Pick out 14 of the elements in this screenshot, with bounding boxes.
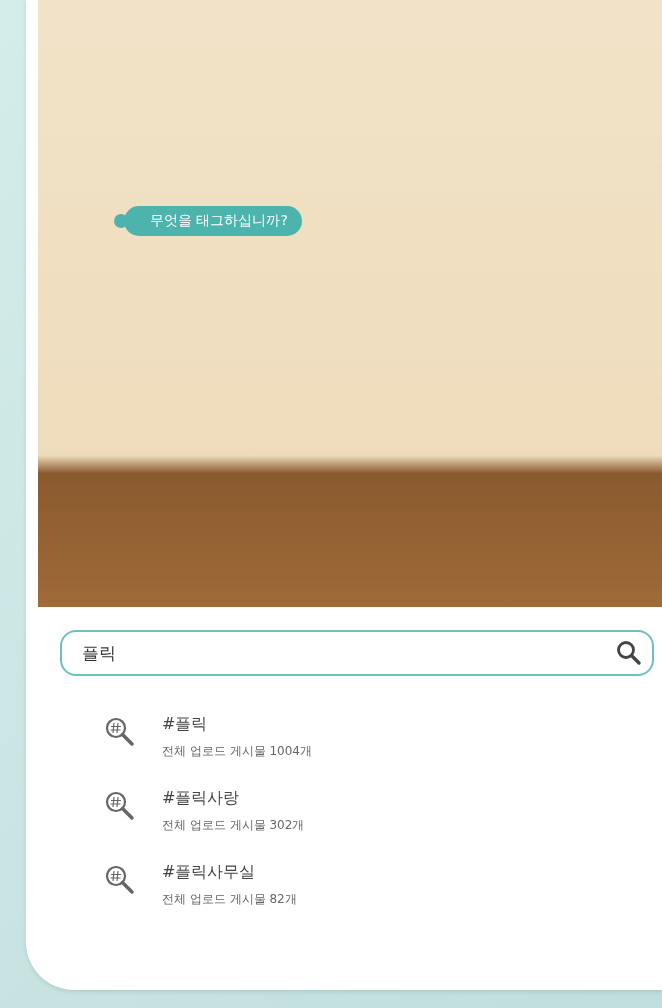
- hashtag-name: #플릭사랑: [162, 788, 241, 809]
- post-count: 전체 업로드 게시물 302개: [162, 817, 305, 834]
- hashtag-result[interactable]: #플릭사무실 전체 업로드 게시물 82개: [104, 862, 662, 908]
- search-field[interactable]: 플릭: [60, 630, 654, 676]
- hashtag-search-icon: [104, 716, 136, 748]
- hashtag-result[interactable]: #플릭 전체 업로드 게시물 1004개: [104, 714, 662, 760]
- hashtag-search-icon: [104, 864, 136, 896]
- post-count: 전체 업로드 게시물 82개: [162, 891, 297, 908]
- hashtag-name: #플릭사무실: [162, 862, 257, 883]
- hashtag-name: #플릭: [162, 714, 209, 735]
- post-count: 전체 업로드 게시물 1004개: [162, 743, 312, 760]
- hashtag-result[interactable]: #플릭사랑 전체 업로드 게시물 302개: [104, 788, 662, 834]
- hashtag-search-icon: [104, 790, 136, 822]
- search-icon[interactable]: [616, 640, 642, 666]
